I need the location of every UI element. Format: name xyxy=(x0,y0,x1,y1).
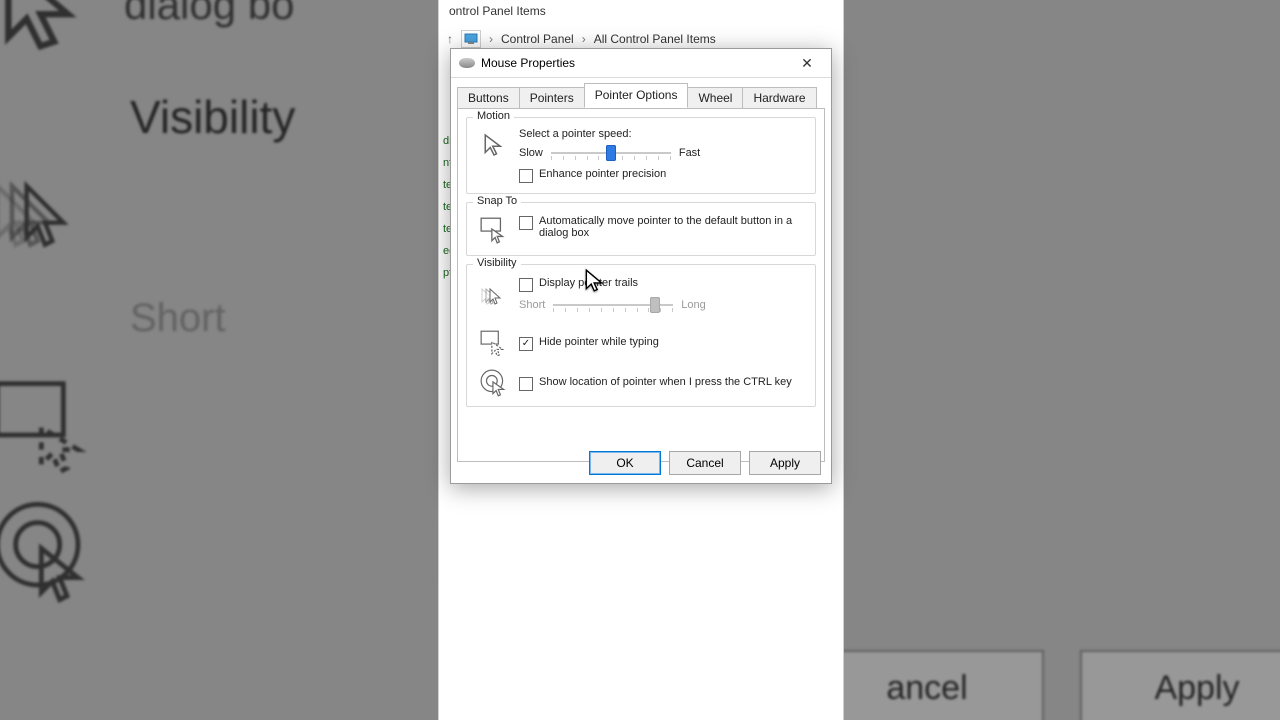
bg-short-text: Short xyxy=(130,296,226,341)
tab-wheel[interactable]: Wheel xyxy=(687,87,743,109)
hide-while-typing-checkbox[interactable]: Hide pointer while typing xyxy=(519,336,805,351)
enhance-precision-checkbox[interactable]: Enhance pointer precision xyxy=(519,168,805,183)
breadcrumb-cp-icon[interactable] xyxy=(461,30,481,48)
dialog-title: Mouse Properties xyxy=(481,56,789,70)
breadcrumb-sep-1: › xyxy=(582,32,586,46)
ctrl-locate-icon xyxy=(477,366,511,400)
fast-label: Fast xyxy=(679,147,700,159)
snap-to-icon xyxy=(477,213,511,247)
hide-while-typing-icon xyxy=(477,326,511,360)
tab-buttons[interactable]: Buttons xyxy=(457,87,520,109)
group-snap-to: Snap To Automatically move pointer to th… xyxy=(466,202,816,256)
ctrl-locate-checkbox[interactable]: Show location of pointer when I press th… xyxy=(519,376,805,391)
breadcrumb[interactable]: ↑ › Control Panel › All Control Panel It… xyxy=(447,28,835,50)
dialog-tabs: Buttons Pointers Pointer Options Wheel H… xyxy=(451,78,831,108)
snap-to-checkbox[interactable]: Automatically move pointer to the defaul… xyxy=(519,215,805,239)
pointer-trails-slider xyxy=(553,296,673,314)
tab-pointer-options[interactable]: Pointer Options xyxy=(584,83,689,108)
pointer-speed-icon xyxy=(477,128,511,162)
group-visibility-legend: Visibility xyxy=(473,257,521,269)
hide-while-typing-label: Hide pointer while typing xyxy=(539,336,659,348)
breadcrumb-control-panel[interactable]: Control Panel xyxy=(501,32,574,46)
close-button[interactable]: ✕ xyxy=(789,52,825,74)
mouse-titlebar-icon xyxy=(459,58,475,68)
mouse-properties-dialog: Mouse Properties ✕ Buttons Pointers Poin… xyxy=(450,48,832,484)
bg-apply-button: Apply xyxy=(1080,650,1280,720)
cursor-large-icon xyxy=(0,0,100,50)
breadcrumb-sep-0: › xyxy=(489,32,493,46)
breadcrumb-all-items[interactable]: All Control Panel Items xyxy=(594,32,716,46)
group-snap-to-legend: Snap To xyxy=(473,195,521,207)
ctrl-locate-label: Show location of pointer when I press th… xyxy=(539,376,792,388)
tab-hardware[interactable]: Hardware xyxy=(742,87,816,109)
ctrl-locate-large-icon xyxy=(0,507,100,597)
hide-typing-large-icon xyxy=(0,379,100,469)
apply-button[interactable]: Apply xyxy=(749,451,821,475)
dialog-titlebar[interactable]: Mouse Properties ✕ xyxy=(451,49,831,78)
tab-page-pointer-options: Motion Select a pointer speed: Slow Fas xyxy=(457,108,825,462)
bg-cancel-button: ancel xyxy=(810,650,1044,720)
explorer-title-fragment: ontrol Panel Items xyxy=(449,4,546,18)
group-visibility: Visibility Display pointer trails xyxy=(466,264,816,407)
cursor-trails-large-icon xyxy=(0,174,100,264)
pointer-trails-icon xyxy=(477,281,511,315)
pointer-speed-slider[interactable] xyxy=(551,144,671,162)
long-label: Long xyxy=(681,299,705,311)
tab-pointers[interactable]: Pointers xyxy=(519,87,585,109)
enhance-precision-label: Enhance pointer precision xyxy=(539,168,666,180)
slow-label: Slow xyxy=(519,147,543,159)
group-motion-legend: Motion xyxy=(473,110,514,122)
group-motion: Motion Select a pointer speed: Slow Fas xyxy=(466,117,816,194)
breadcrumb-up-icon[interactable]: ↑ xyxy=(447,32,453,46)
pointer-trails-checkbox[interactable]: Display pointer trails xyxy=(519,277,805,292)
ok-button[interactable]: OK xyxy=(589,451,661,475)
short-label: Short xyxy=(519,299,545,311)
snap-to-label: Automatically move pointer to the defaul… xyxy=(539,215,805,239)
dialog-buttons-row: OK Cancel Apply xyxy=(589,451,821,475)
pointer-trails-label: Display pointer trails xyxy=(539,277,638,289)
bg-dialog-box-text: dialog bo xyxy=(124,0,294,29)
select-pointer-speed-label: Select a pointer speed: xyxy=(519,128,805,140)
cancel-button[interactable]: Cancel xyxy=(669,451,741,475)
